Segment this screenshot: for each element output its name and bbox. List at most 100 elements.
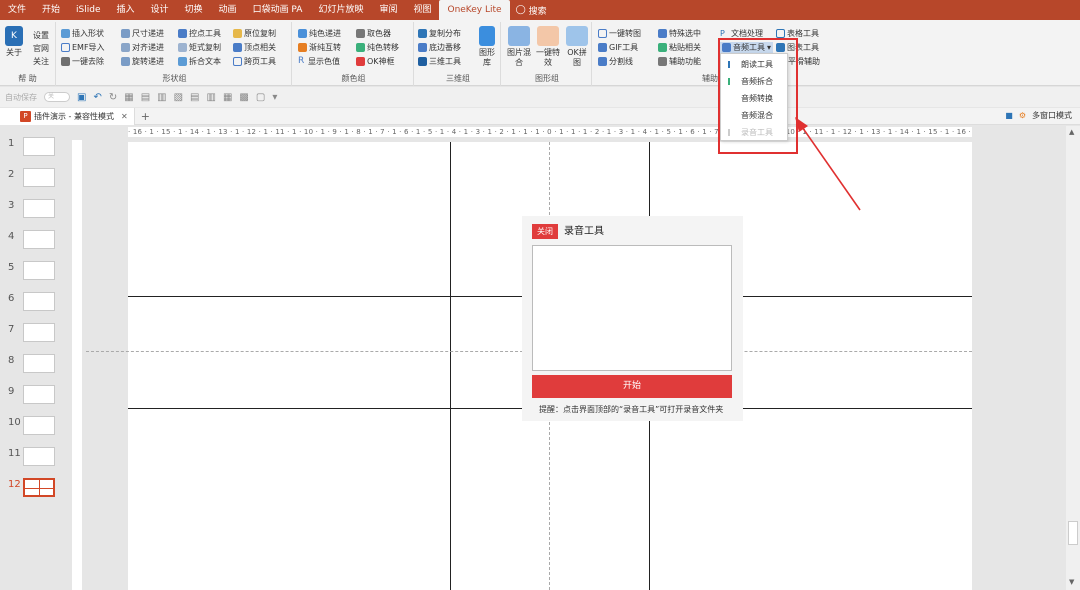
multi-window-button[interactable]: 多窗口模式 <box>1032 110 1072 121</box>
eyedropper-button[interactable]: 取色器 <box>356 28 391 39</box>
effect-icon <box>537 26 559 46</box>
color-transfer-button[interactable]: 纯色转移 <box>356 42 399 53</box>
recording-text-area[interactable] <box>532 245 732 371</box>
align-step-button[interactable]: 对齐递进 <box>121 42 164 53</box>
gif-tool-button[interactable]: GIF工具 <box>598 42 638 53</box>
scroll-up-icon[interactable]: ▲ <box>1069 128 1074 136</box>
undo-icon[interactable]: ↶ <box>93 92 101 103</box>
assist-icon <box>658 57 667 66</box>
solid-step-button[interactable]: 纯色递进 <box>298 28 341 39</box>
special-select-button[interactable]: 特殊选中 <box>658 28 701 39</box>
slide-thumbnail[interactable]: 6 <box>0 291 68 317</box>
slide-number: 8 <box>8 355 15 366</box>
3d-tool-button[interactable]: 三维工具 <box>418 56 461 67</box>
copy-in-place-button[interactable]: 原位复制 <box>233 28 276 39</box>
to-image-button[interactable]: 一键转图 <box>598 28 641 39</box>
image-blend-button[interactable]: 图片混合 <box>506 26 532 68</box>
slide-thumbnail[interactable]: 2 <box>0 167 68 193</box>
matrix-copy-button[interactable]: 矩式复制 <box>178 42 221 53</box>
align-right-icon[interactable]: ▧ <box>174 92 183 103</box>
redo-icon[interactable]: ↻ <box>109 92 117 103</box>
copy-distribute-button[interactable]: 复制分布 <box>418 28 461 39</box>
grid-icon[interactable]: ▩ <box>239 92 248 103</box>
start-button[interactable]: 开始 <box>532 375 732 398</box>
vertex-button[interactable]: 顶点相关 <box>233 42 276 53</box>
rotate-step-button[interactable]: 旋转递进 <box>121 56 164 67</box>
slide-thumbnail[interactable]: 10 <box>0 415 68 441</box>
save-icon[interactable]: ▣ <box>77 92 86 103</box>
slide-number: 11 <box>8 448 21 459</box>
paste-button[interactable]: 粘贴相关 <box>658 42 701 53</box>
group-image: 图片混合 一键特效 OK拼图 图形组 <box>503 22 592 86</box>
assist-function-button[interactable]: 辅助功能 <box>658 56 701 67</box>
emf-import-button[interactable]: EMF导入 <box>61 42 105 53</box>
ok-collage-button[interactable]: OK拼图 <box>564 26 590 68</box>
document-tab[interactable]: P 插件演示 - 兼容性模式 ✕ <box>0 107 135 125</box>
search-box[interactable]: ◯ 搜索 <box>516 4 547 17</box>
slide-thumbnail[interactable]: 3 <box>0 198 68 224</box>
gear-icon[interactable]: ⚙ <box>1019 111 1026 120</box>
tab-home[interactable]: 开始 <box>34 0 68 20</box>
tab-review[interactable]: 审阅 <box>371 0 405 20</box>
tab-transitions[interactable]: 切换 <box>177 0 211 20</box>
settings-button[interactable]: 设置 <box>33 30 49 41</box>
tab-insert[interactable]: 插入 <box>109 0 143 20</box>
customize-icon[interactable]: ▾ <box>272 92 277 103</box>
scroll-down-icon[interactable]: ▼ <box>1069 578 1074 586</box>
group-shape-label: 形状组 <box>162 74 187 83</box>
website-button[interactable]: 官网 <box>33 43 49 54</box>
handle-tool-button[interactable]: 控点工具 <box>178 28 221 39</box>
slide-thumbnail[interactable]: 9 <box>0 384 68 410</box>
divider-button[interactable]: 分割线 <box>598 56 633 67</box>
show-color-value-button[interactable]: R 显示色值 <box>298 56 340 67</box>
follow-button[interactable]: 关注 <box>33 56 49 67</box>
slide-preview <box>23 230 55 249</box>
settings-label: 设置 <box>33 31 49 40</box>
align-center-icon[interactable]: ▥ <box>157 92 166 103</box>
autosave-toggle[interactable]: 关 <box>44 92 70 102</box>
slide-thumbnail[interactable]: 7 <box>0 322 68 348</box>
tab-islide[interactable]: iSlide <box>68 0 108 20</box>
layout-icon[interactable]: ▢ <box>256 92 265 103</box>
follow-label: 关注 <box>33 57 49 66</box>
about-button[interactable]: K 关于 <box>3 26 25 58</box>
cross-page-button[interactable]: 跨页工具 <box>233 56 276 67</box>
scrollbar-thumb[interactable] <box>1068 521 1078 545</box>
tab-design[interactable]: 设计 <box>143 0 177 20</box>
slide-thumbnail[interactable]: 11 <box>0 446 68 472</box>
slide-thumbnail[interactable]: 4 <box>0 229 68 255</box>
close-button[interactable]: 关闭 <box>532 224 558 239</box>
ok-frame-button[interactable]: OK神框 <box>356 56 395 67</box>
tab-animations[interactable]: 动画 <box>211 0 245 20</box>
one-click-effect-button[interactable]: 一键特效 <box>535 26 561 68</box>
slide-thumbnail[interactable]: 1 <box>0 136 68 162</box>
slide-thumbnail-active[interactable]: 12 <box>0 477 68 503</box>
new-tab-button[interactable]: + <box>141 110 150 123</box>
slide-thumbnail[interactable]: 8 <box>0 353 68 379</box>
copy-in-place-label: 原位复制 <box>244 29 276 38</box>
distribute-v-icon[interactable]: ▥ <box>207 92 216 103</box>
base-shift-button[interactable]: 底边番移 <box>418 42 461 53</box>
gradient-convert-button[interactable]: 渐纯互转 <box>298 42 341 53</box>
vertical-scrollbar[interactable]: ▲ ▼ <box>1066 126 1080 590</box>
rotate-icon <box>121 57 130 66</box>
distribute-h-icon[interactable]: ▤ <box>190 92 199 103</box>
plugin-icon[interactable]: ■ <box>1005 111 1013 120</box>
tab-view[interactable]: 视图 <box>405 0 439 20</box>
insert-shape-button[interactable]: 插入形状 <box>61 28 104 39</box>
slide-thumbnail[interactable]: 5 <box>0 260 68 286</box>
image-blend-icon <box>508 26 530 46</box>
tab-slideshow[interactable]: 幻灯片放映 <box>310 0 371 20</box>
quick-access-toolbar: 自动保存 关 ▣ ↶ ↻ ▦ ▤ ▥ ▧ ▤ ▥ ▦ ▩ ▢ ▾ <box>0 87 1080 107</box>
toolbar-icon[interactable]: ▦ <box>124 92 133 103</box>
split-text-button[interactable]: 拆合文本 <box>178 56 221 67</box>
size-step-button[interactable]: 尺寸递进 <box>121 28 164 39</box>
group-icon[interactable]: ▦ <box>223 92 232 103</box>
align-left-icon[interactable]: ▤ <box>141 92 150 103</box>
tab-pocket-animation[interactable]: 口袋动画 PA <box>245 0 311 20</box>
tab-onekey-lite[interactable]: OneKey Lite <box>439 0 510 20</box>
shape-library-button[interactable]: 图形库 <box>476 26 498 68</box>
close-tab-icon[interactable]: ✕ <box>121 112 128 121</box>
tab-file[interactable]: 文件 <box>0 0 34 20</box>
one-click-remove-button[interactable]: 一键去除 <box>61 56 104 67</box>
